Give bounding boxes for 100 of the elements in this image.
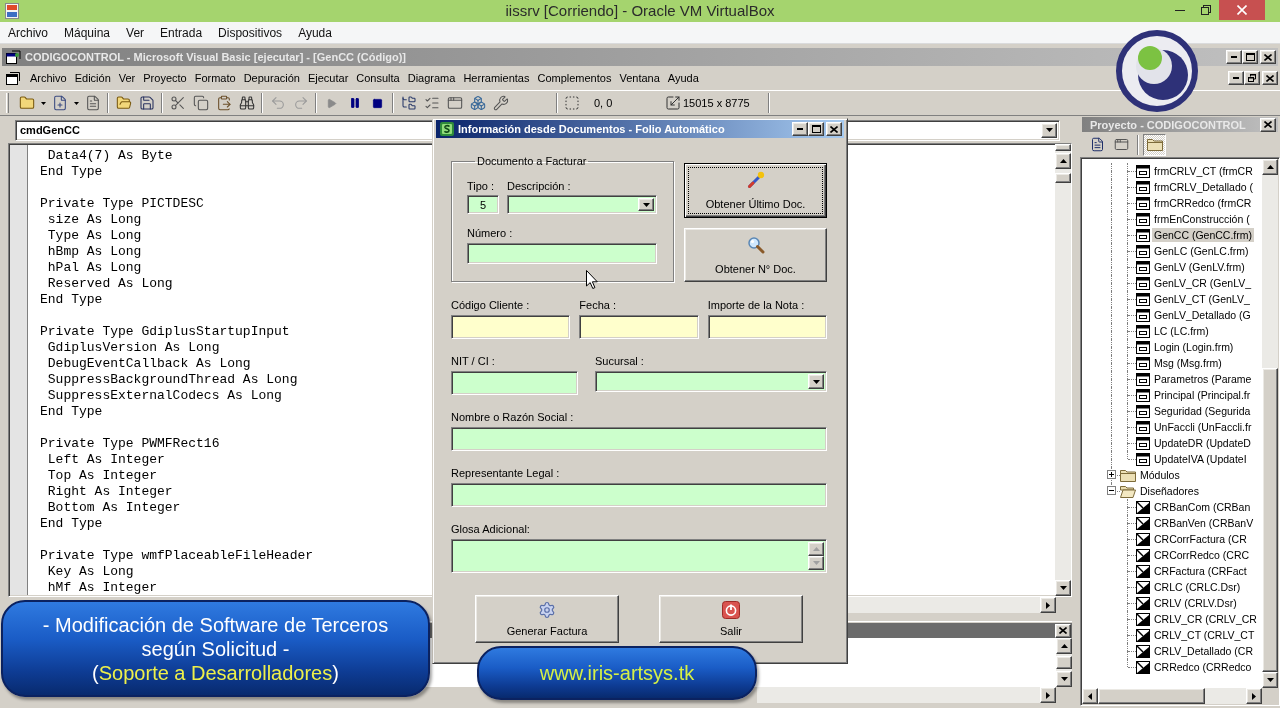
stop-icon[interactable] bbox=[372, 97, 383, 109]
menu-item[interactable]: Proyecto bbox=[139, 70, 191, 86]
menu-item[interactable]: Ayuda bbox=[290, 23, 340, 42]
pause-icon[interactable] bbox=[348, 97, 361, 109]
menu-item[interactable]: Complementos bbox=[533, 70, 616, 86]
scroll-right-button[interactable] bbox=[1040, 597, 1056, 613]
input-field[interactable] bbox=[451, 483, 827, 507]
menu-item[interactable]: Ayuda bbox=[663, 70, 703, 86]
menu-item[interactable]: Edición bbox=[70, 70, 115, 86]
binoculars-icon[interactable] bbox=[238, 95, 255, 111]
close-button[interactable] bbox=[826, 122, 842, 136]
tree-item[interactable]: CRBanVen (CRBanV bbox=[1152, 516, 1256, 530]
menu-item[interactable]: Dispositivos bbox=[210, 23, 291, 42]
dropdown-button[interactable] bbox=[638, 198, 654, 211]
input-field[interactable] bbox=[451, 427, 827, 451]
scroll-down-button[interactable] bbox=[1262, 672, 1278, 688]
tree-item[interactable]: CRLV (CRLV.Dsr) bbox=[1152, 596, 1239, 610]
tree-item[interactable]: Seguridad (Segurida bbox=[1152, 404, 1253, 418]
folder-open-icon[interactable] bbox=[115, 95, 132, 111]
menu-item[interactable]: Consulta bbox=[352, 70, 404, 86]
tree-item[interactable]: frmEnConstrucción ( bbox=[1152, 212, 1252, 226]
save-icon[interactable] bbox=[138, 95, 155, 111]
scroll-up-button[interactable] bbox=[1055, 153, 1071, 169]
tree-item[interactable]: CRCorrRedco (CRC bbox=[1152, 548, 1252, 562]
maximize-button[interactable] bbox=[1242, 50, 1258, 64]
dropdown-button[interactable] bbox=[1041, 122, 1057, 138]
tree-item[interactable]: CRCorrFactura (CR bbox=[1152, 532, 1249, 546]
document-icon[interactable] bbox=[84, 95, 101, 111]
vertical-scrollbar[interactable] bbox=[1262, 159, 1278, 688]
scissors-icon[interactable] bbox=[169, 95, 186, 111]
input-field[interactable] bbox=[451, 371, 578, 395]
tree-item[interactable]: frmCRLV_Detallado ( bbox=[1152, 180, 1255, 194]
horizontal-scrollbar[interactable] bbox=[757, 687, 1040, 703]
scrollbar-thumb[interactable] bbox=[1262, 368, 1278, 672]
collapse-icon[interactable] bbox=[1107, 486, 1116, 495]
tree-item[interactable]: frmCRLV_CT (frmCR bbox=[1152, 164, 1255, 178]
tree-item[interactable]: GenLV_Detallado (G bbox=[1152, 308, 1253, 322]
scroll-left-button[interactable] bbox=[1082, 688, 1098, 704]
menu-item[interactable]: Depuración bbox=[239, 70, 304, 86]
tree-item[interactable]: frmCRRedco (frmCR bbox=[1152, 196, 1254, 210]
scroll-up-button[interactable] bbox=[1262, 159, 1278, 175]
splitter-handle[interactable] bbox=[1055, 144, 1071, 151]
menu-item[interactable]: Diagrama bbox=[403, 70, 460, 86]
dropdown-field[interactable] bbox=[595, 371, 827, 392]
tree-item[interactable]: GenLC (GenLC.frm) bbox=[1152, 244, 1251, 258]
tree-item[interactable]: GenLV_CT (GenLV_ bbox=[1152, 292, 1252, 306]
toolbar-button[interactable] bbox=[1143, 133, 1166, 156]
input-field[interactable]: 5 bbox=[467, 195, 499, 214]
tree-folder[interactable]: Módulos bbox=[1138, 468, 1182, 482]
maximize-button[interactable] bbox=[808, 122, 824, 136]
command-button[interactable]: Generar Factura bbox=[475, 595, 619, 643]
menu-item[interactable]: Formato bbox=[190, 70, 240, 86]
file-plus-icon[interactable] bbox=[51, 95, 68, 111]
tree-item[interactable]: GenLV_CR (GenLV_ bbox=[1152, 276, 1254, 290]
size-grip[interactable] bbox=[1262, 688, 1278, 704]
tree-item[interactable]: UnFaccli (UnFaccli.fr bbox=[1152, 420, 1254, 434]
tree-item[interactable]: CRLV_CT (CRLV_CT bbox=[1152, 628, 1257, 642]
dropdown-field[interactable] bbox=[507, 195, 657, 214]
close-button[interactable] bbox=[1055, 623, 1071, 638]
tree-folder[interactable]: Diseñadores bbox=[1138, 484, 1201, 498]
menu-item[interactable]: Ver bbox=[118, 23, 153, 42]
paste-icon[interactable] bbox=[215, 95, 232, 111]
menu-item[interactable]: Ejecutar bbox=[303, 70, 353, 86]
input-field[interactable] bbox=[451, 315, 571, 339]
scroll-up-button[interactable] bbox=[808, 542, 824, 556]
minimize-button[interactable] bbox=[792, 122, 808, 136]
scrollbar-thumb[interactable] bbox=[1098, 688, 1206, 704]
minimize-button[interactable] bbox=[1228, 71, 1244, 85]
horizontal-scrollbar[interactable] bbox=[1082, 688, 1262, 704]
list-icon[interactable] bbox=[423, 95, 440, 111]
tree-item[interactable]: CRLV_CR (CRLV_CR bbox=[1152, 612, 1259, 626]
caret-icon[interactable] bbox=[40, 101, 46, 105]
caret-icon[interactable] bbox=[73, 101, 79, 105]
menu-item[interactable]: Máquina bbox=[56, 23, 119, 42]
close-button[interactable] bbox=[1260, 50, 1276, 64]
menu-item[interactable]: Ver bbox=[114, 70, 140, 86]
scroll-down-button[interactable] bbox=[1055, 580, 1071, 596]
close-button[interactable] bbox=[1260, 117, 1276, 132]
tree-item[interactable]: CRRedco (CRRedco bbox=[1152, 660, 1254, 674]
scrollbar-thumb[interactable] bbox=[1056, 655, 1072, 669]
tree-item[interactable]: CRLC (CRLC.Dsr) bbox=[1152, 580, 1243, 594]
website-link[interactable]: www.iris-artsys.tk bbox=[539, 661, 695, 685]
tree-item[interactable]: LC (LC.frm) bbox=[1152, 324, 1211, 338]
text-area-field[interactable] bbox=[451, 539, 827, 573]
scroll-down-button[interactable] bbox=[808, 556, 824, 570]
input-field[interactable] bbox=[707, 315, 827, 339]
tree-item[interactable]: CRFactura (CRFact bbox=[1152, 564, 1249, 578]
boxes-icon[interactable] bbox=[469, 95, 486, 111]
scroll-down-button[interactable] bbox=[1056, 671, 1072, 687]
tree-item[interactable]: Msg (Msg.frm) bbox=[1152, 356, 1224, 370]
expand-icon[interactable] bbox=[1107, 470, 1116, 479]
vertical-scrollbar[interactable] bbox=[1056, 638, 1072, 687]
menu-item[interactable]: Archivo bbox=[26, 70, 71, 86]
dropdown-button[interactable] bbox=[808, 374, 824, 389]
menu-item[interactable]: Herramientas bbox=[459, 70, 534, 86]
tree-item[interactable]: CRLV_Detallado (CR bbox=[1152, 644, 1255, 658]
tree-item[interactable]: Principal (Principal.fr bbox=[1152, 388, 1253, 402]
menu-item[interactable]: Entrada bbox=[152, 23, 211, 42]
horizontal-scrollbar[interactable] bbox=[848, 597, 1040, 613]
tree-item[interactable]: UpdateDR (UpdateD bbox=[1152, 436, 1253, 450]
